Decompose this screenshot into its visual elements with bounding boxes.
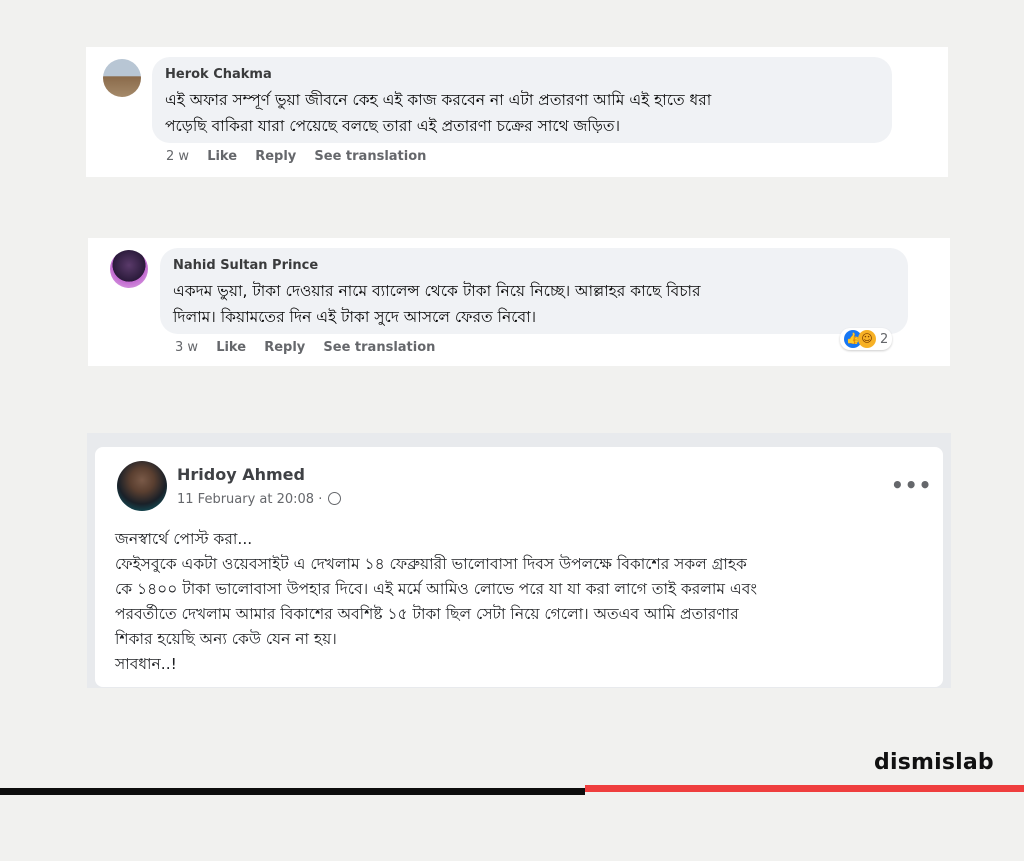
post-line: জনস্বার্থে পোস্ট করা...	[115, 530, 253, 548]
haha-reaction-icon: ☺	[858, 330, 876, 348]
post-inner: Hridoy Ahmed 11 February at 20:08 · ••• …	[95, 447, 943, 687]
comment-time[interactable]: 2 w	[166, 149, 189, 164]
footer-bar-black	[0, 788, 585, 795]
post-line: ফেইসবুকে একটা ওয়েবসাইট এ দেখলাম ১৪ ফেব্…	[115, 555, 747, 573]
comment-bubble: Herok Chakma এই অফার সম্পূর্ণ ভুয়া জীবন…	[152, 57, 892, 143]
reply-link[interactable]: Reply	[264, 340, 305, 355]
like-link[interactable]: Like	[207, 149, 237, 164]
comment-text-line: দিলাম। কিয়ামতের দিন এই টাকা সুদে আসলে ফ…	[173, 308, 537, 326]
comment-card-2: Nahid Sultan Prince একদম ভুয়া, টাকা দেও…	[88, 238, 950, 366]
post-card: Hridoy Ahmed 11 February at 20:08 · ••• …	[87, 433, 951, 688]
like-link[interactable]: Like	[216, 340, 246, 355]
see-translation-link[interactable]: See translation	[314, 149, 426, 164]
reaction-count: 2	[880, 331, 889, 347]
post-author[interactable]: Hridoy Ahmed	[177, 465, 305, 484]
more-options-icon[interactable]: •••	[891, 473, 932, 497]
avatar[interactable]	[103, 59, 141, 97]
post-body: জনস্বার্থে পোস্ট করা... ফেইসবুকে একটা ওয…	[115, 527, 935, 677]
post-line: পরবর্তীতে দেখলাম আমার বিকাশের অবশিষ্ট ১৫…	[115, 605, 739, 623]
comment-text-line: পড়েছি বাকিরা যারা পেয়েছে বলছে তারা এই …	[165, 117, 621, 135]
post-line: কে ১৪০০ টাকা ভালোবাসা উপহার দিবে। এই মর্…	[115, 580, 758, 598]
reaction-summary[interactable]: 👍 ☺ 2	[840, 328, 893, 350]
globe-icon	[328, 492, 342, 505]
post-timestamp: 11 February at 20:08 ·	[177, 492, 342, 507]
footer-bar-red	[585, 785, 1024, 792]
comment-time[interactable]: 3 w	[175, 340, 198, 355]
comment-actions: 2 w Like Reply See translation	[166, 149, 440, 164]
post-line: শিকার হয়েছি অন্য কেউ যেন না হয়।	[115, 630, 337, 648]
comment-author[interactable]: Herok Chakma	[165, 67, 272, 82]
comment-text-line: এই অফার সম্পূর্ণ ভুয়া জীবনে কেহ এই কাজ …	[165, 91, 712, 109]
see-translation-link[interactable]: See translation	[323, 340, 435, 355]
comment-actions: 3 w Like Reply See translation	[175, 340, 449, 355]
avatar[interactable]	[110, 250, 148, 288]
comment-card-1: Herok Chakma এই অফার সম্পূর্ণ ভুয়া জীবন…	[86, 47, 948, 177]
brand-logo: dismislab	[874, 750, 994, 775]
comment-author[interactable]: Nahid Sultan Prince	[173, 258, 318, 273]
comment-text-line: একদম ভুয়া, টাকা দেওয়ার নামে ব্যালেন্স …	[173, 282, 701, 300]
reply-link[interactable]: Reply	[255, 149, 296, 164]
post-line: সাবধান..!	[115, 655, 177, 673]
avatar[interactable]	[117, 461, 167, 511]
comment-bubble: Nahid Sultan Prince একদম ভুয়া, টাকা দেও…	[160, 248, 908, 334]
post-date[interactable]: 11 February at 20:08 ·	[177, 492, 322, 507]
